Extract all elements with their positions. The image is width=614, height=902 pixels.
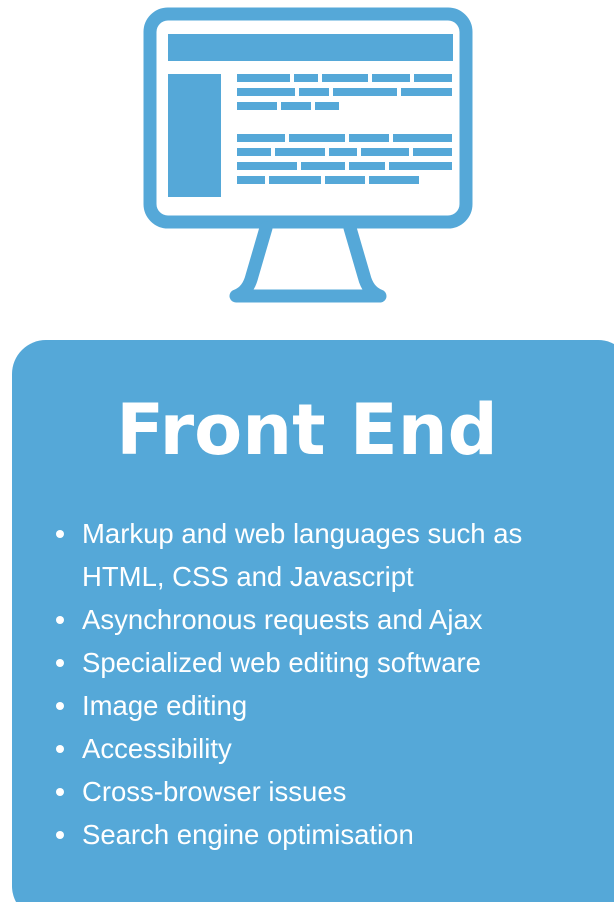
bullet-icon (56, 831, 64, 839)
desktop-monitor-icon (143, 7, 473, 303)
list-item: Accessibility (52, 727, 612, 770)
list-item-text: Image editing (82, 690, 248, 721)
list-item-text: Accessibility (82, 733, 232, 764)
list-item: Specialized web editing software (52, 641, 612, 684)
list-item-text: Markup and web languages such as HTML, C… (82, 518, 523, 592)
infographic: Front End Markup and web languages such … (0, 0, 614, 902)
bullet-icon (56, 530, 64, 538)
bullet-icon (56, 702, 64, 710)
list-item: Cross-browser issues (52, 770, 612, 813)
bullet-icon (56, 659, 64, 667)
list-item: Markup and web languages such as HTML, C… (52, 512, 612, 598)
list-item: Asynchronous requests and Ajax (52, 598, 612, 641)
list-item-text: Search engine optimisation (82, 819, 414, 850)
list-item: Search engine optimisation (52, 813, 612, 856)
list-item-text: Specialized web editing software (82, 647, 481, 678)
bullet-icon (56, 745, 64, 753)
card-title: Front End (116, 389, 498, 471)
list-item: Image editing (52, 684, 612, 727)
feature-list: Markup and web languages such as HTML, C… (52, 512, 612, 856)
bullet-icon (56, 788, 64, 796)
webpage-wireframe-icon (168, 34, 453, 197)
list-item-text: Asynchronous requests and Ajax (82, 604, 483, 635)
list-item-text: Cross-browser issues (82, 776, 347, 807)
bullet-icon (56, 616, 64, 624)
